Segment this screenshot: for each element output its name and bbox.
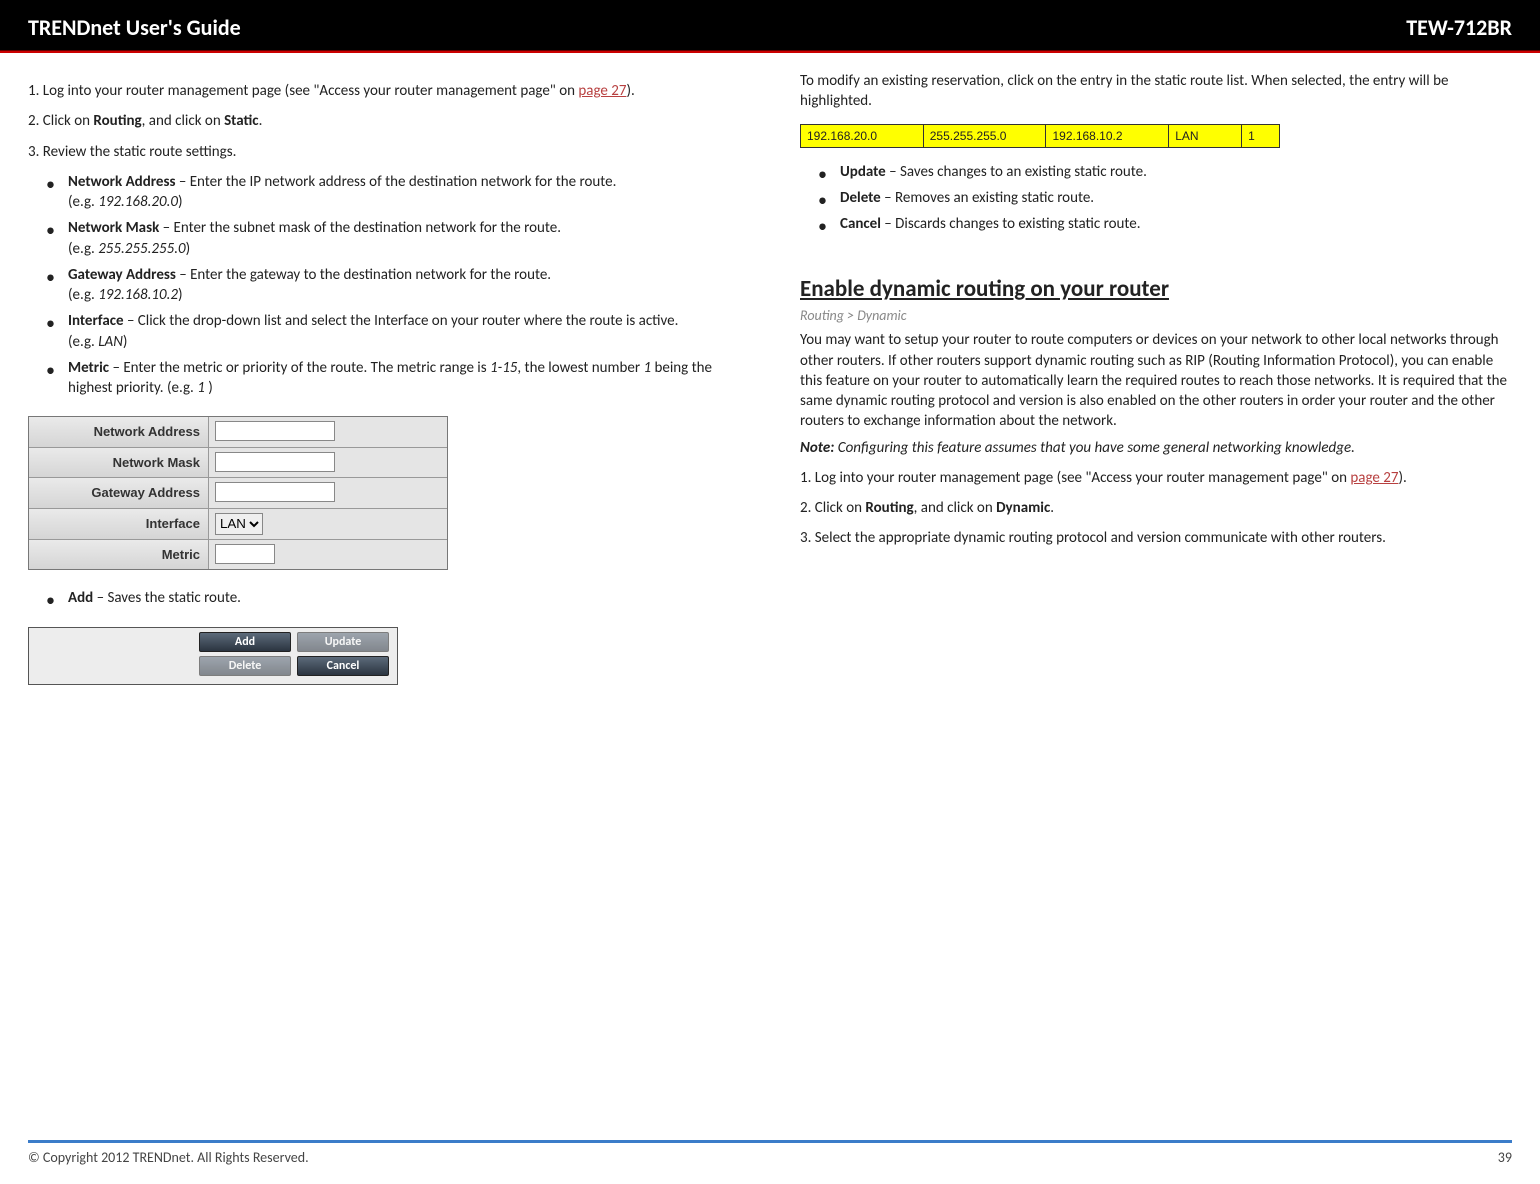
network-address-input[interactable] [215,421,335,441]
metric-input[interactable] [215,544,275,564]
highlighted-row[interactable]: 192.168.20.0 255.255.255.0 192.168.10.2 … [800,124,1280,148]
update-button[interactable]: Update [297,632,389,652]
model-number: TEW-712BR [1406,14,1512,41]
form-label: Network Address [29,417,209,447]
right-column: To modify an existing reservation, click… [800,71,1512,695]
cancel-button[interactable]: Cancel [297,656,389,676]
gateway-address-input[interactable] [215,482,335,502]
network-mask-input[interactable] [215,452,335,472]
step-1: 1. Log into your router management page … [28,81,740,101]
step-2: 2. Click on Routing, and click on Static… [28,111,740,131]
list-item: Metric – Enter the metric or priority of… [68,358,740,399]
form-label: Interface [29,509,209,539]
form-label: Metric [29,540,209,570]
static-route-form: Network Address Network Mask Gateway Add… [28,416,448,570]
form-label: Network Mask [29,448,209,478]
breadcrumb: Routing > Dynamic [800,307,1512,326]
list-item: Update – Saves changes to an existing st… [840,162,1512,182]
step-3: 3. Review the static route settings. [28,142,740,162]
dynamic-para: You may want to setup your router to rou… [800,330,1512,431]
add-list: Add – Saves the static route. [28,588,740,608]
page-link[interactable]: page 27 [578,82,626,100]
dyn-step-1: 1. Log into your router management page … [800,468,1512,488]
modify-intro: To modify an existing reservation, click… [800,71,1512,112]
interface-select[interactable]: LAN [215,513,263,535]
left-column: 1. Log into your router management page … [28,71,740,695]
list-item: Gateway Address – Enter the gateway to t… [68,265,740,306]
form-label: Gateway Address [29,478,209,508]
page-number: 39 [1498,1149,1512,1166]
action-list: Update – Saves changes to an existing st… [800,162,1512,235]
note: Note: Configuring this feature assumes t… [800,438,1512,458]
page-link[interactable]: page 27 [1350,469,1398,487]
list-item: Interface – Click the drop-down list and… [68,311,740,352]
cell: 192.168.20.0 [801,125,924,147]
add-button[interactable]: Add [199,632,291,652]
page-footer: © Copyright 2012 TRENDnet. All Rights Re… [28,1140,1512,1166]
page-header: TRENDnet User's Guide TEW-712BR [0,0,1540,53]
cell: 1 [1242,125,1279,147]
cell: 255.255.255.0 [924,125,1047,147]
dyn-step-2: 2. Click on Routing, and click on Dynami… [800,498,1512,518]
settings-list: Network Address – Enter the IP network a… [28,172,740,399]
dyn-step-3: 3. Select the appropriate dynamic routin… [800,528,1512,548]
list-item: Network Address – Enter the IP network a… [68,172,740,213]
guide-title: TRENDnet User's Guide [28,14,241,41]
copyright: © Copyright 2012 TRENDnet. All Rights Re… [28,1149,309,1166]
delete-button[interactable]: Delete [199,656,291,676]
cell: 192.168.10.2 [1046,125,1169,147]
button-panel: Add Update Delete Cancel [28,627,398,685]
list-item: Delete – Removes an existing static rout… [840,188,1512,208]
list-item: Add – Saves the static route. [68,588,740,608]
list-item: Cancel – Discards changes to existing st… [840,214,1512,234]
section-heading: Enable dynamic routing on your router [800,274,1512,305]
list-item: Network Mask – Enter the subnet mask of … [68,218,740,259]
cell: LAN [1169,125,1242,147]
